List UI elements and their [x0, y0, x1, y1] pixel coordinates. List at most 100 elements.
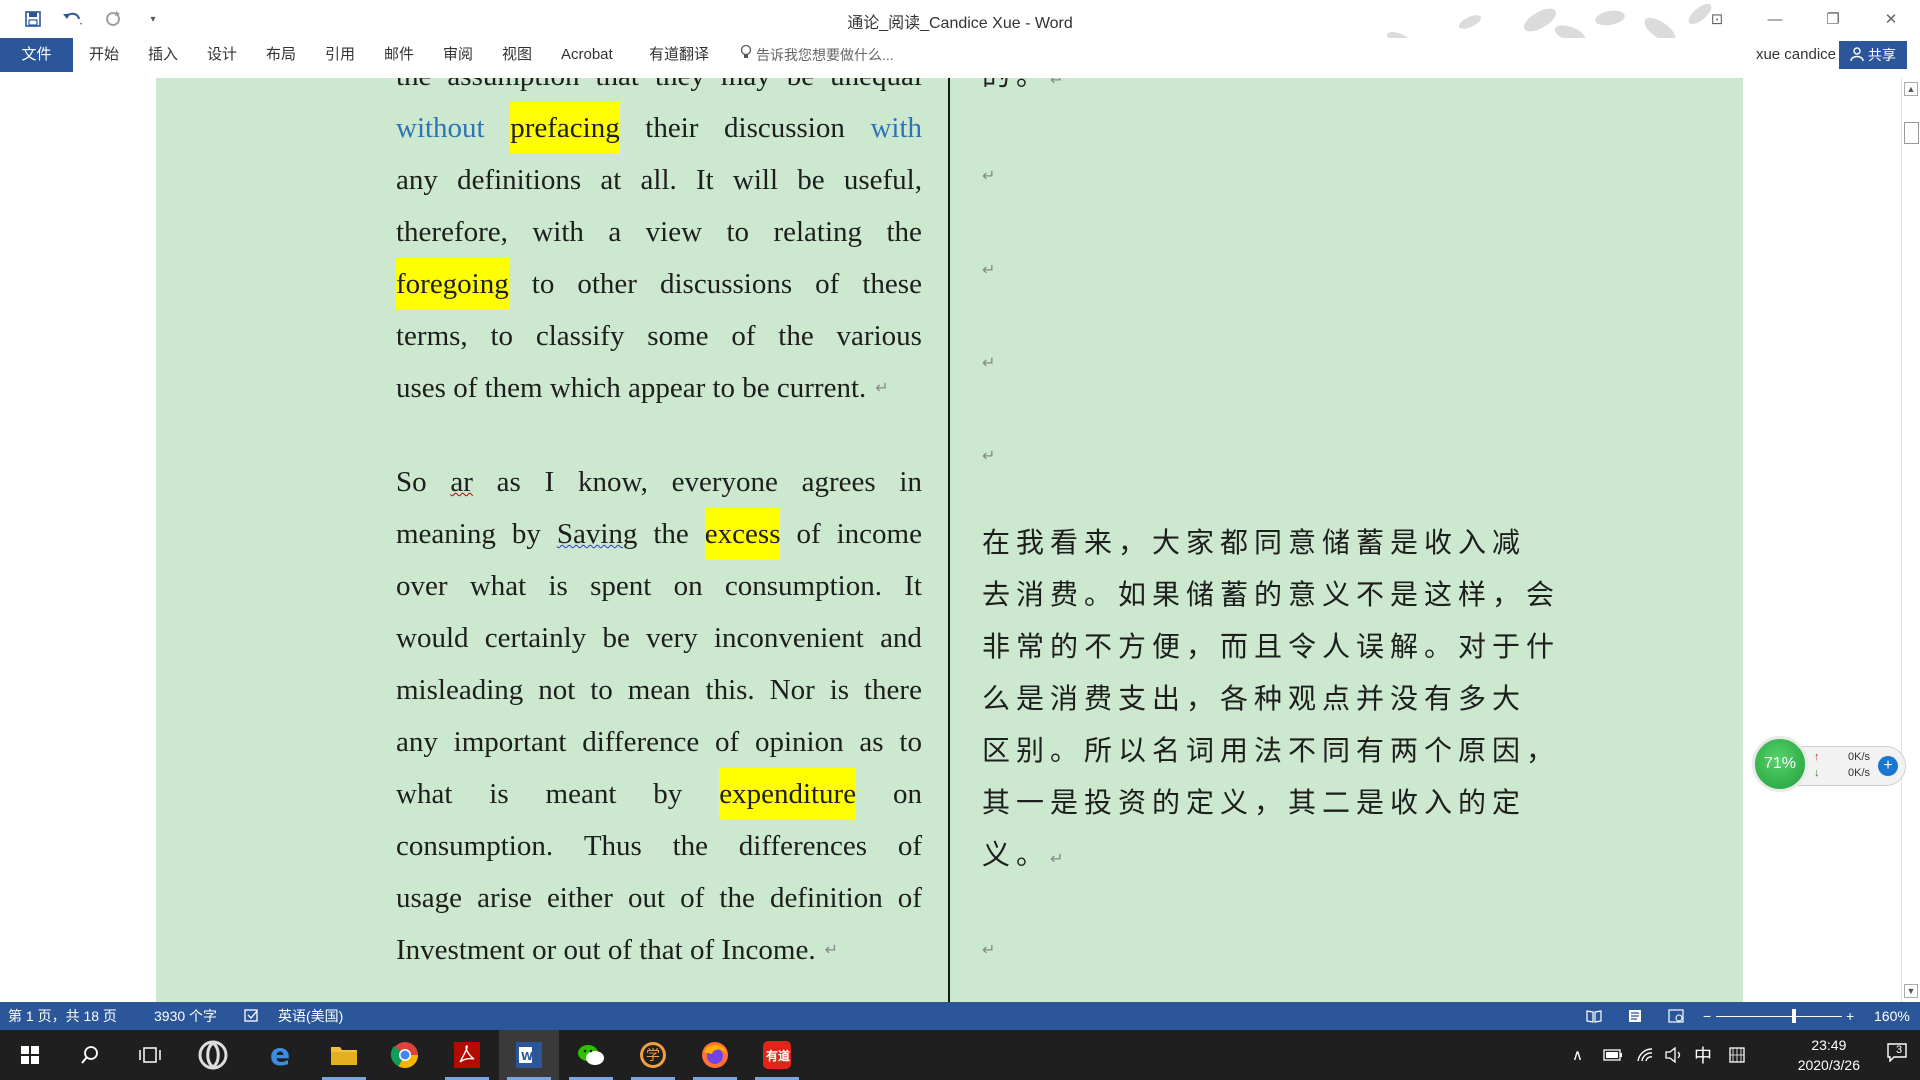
- page-count[interactable]: 第 1 页，共 18 页: [8, 1002, 117, 1030]
- paragraph-mark: ↵: [982, 353, 996, 372]
- zoom-out-icon[interactable]: −: [1703, 1002, 1711, 1030]
- text-line: Investment or out of that of Income. ↵: [396, 924, 922, 976]
- text-line: theassumptionthattheymaybeunequal: [396, 78, 922, 102]
- plus-icon[interactable]: +: [1878, 756, 1898, 776]
- search-icon[interactable]: [60, 1030, 120, 1080]
- system-clock[interactable]: 23:49 2020/3/26: [1798, 1035, 1860, 1075]
- notification-count: 3: [1896, 1044, 1903, 1056]
- word-icon[interactable]: W: [499, 1030, 559, 1080]
- svg-text:W: W: [521, 1050, 533, 1063]
- text-line: would certainly be very inconvenient and: [396, 622, 922, 654]
- ime-mode-icon[interactable]: [1728, 1030, 1746, 1080]
- chinese-top-line[interactable]: 的。↵: [982, 78, 1502, 102]
- document-area[interactable]: theassumptionthattheymaybeunequal withou…: [0, 78, 1901, 1002]
- chinese-paragraph[interactable]: 在我看来，大家都同意储蓄是收入减 去消费。如果储蓄的意义不是这样，会 非常的不方…: [982, 517, 1561, 881]
- highlight-foregoing: foregoing: [396, 258, 509, 310]
- paragraph-mark: ↵: [982, 166, 996, 185]
- proofing-icon[interactable]: [244, 1002, 260, 1030]
- share-button[interactable]: 共享: [1839, 41, 1907, 69]
- tab-youdao[interactable]: 有道翻译: [637, 38, 721, 72]
- read-mode-icon[interactable]: [1586, 1002, 1602, 1030]
- tab-home[interactable]: 开始: [77, 38, 131, 72]
- text-line: 区别。所以名词用法不同有两个原因，: [982, 734, 1561, 767]
- restore-icon[interactable]: ❐: [1804, 0, 1862, 38]
- text-line: therefore, with a view to relating the: [396, 216, 922, 248]
- network-speed-widget[interactable]: 71% ↑ 0K/s ↓ 0K/s +: [1752, 736, 1908, 792]
- tab-layout[interactable]: 布局: [254, 38, 308, 72]
- zoom-slider-thumb: [1792, 1009, 1796, 1023]
- chrome-icon[interactable]: [375, 1030, 435, 1080]
- minimize-icon[interactable]: —: [1746, 0, 1804, 38]
- study-app-icon[interactable]: 学: [623, 1030, 683, 1080]
- text-line: 义。↵: [982, 838, 1070, 871]
- language[interactable]: 英语(美国): [278, 1002, 343, 1030]
- text-line: terms, to classify some of the various: [396, 320, 922, 352]
- wechat-icon[interactable]: [561, 1030, 621, 1080]
- print-layout-icon[interactable]: [1628, 1002, 1642, 1030]
- text-line: usage arise either out of the definition of: [396, 882, 922, 914]
- firefox-icon[interactable]: [685, 1030, 745, 1080]
- english-paragraph-1[interactable]: theassumptionthattheymaybeunequal withou…: [396, 78, 922, 414]
- svg-text:学: 学: [646, 1048, 660, 1064]
- scroll-down-icon[interactable]: ▼: [1904, 984, 1918, 998]
- file-explorer-icon[interactable]: [314, 1030, 374, 1080]
- paragraph-mark: ↵: [982, 260, 996, 279]
- highlight-expenditure: expenditure: [719, 768, 857, 820]
- ribbon-display-options-icon[interactable]: ⊡: [1688, 0, 1746, 38]
- status-bar: 第 1 页，共 18 页 3930 个字 英语(美国) − + 160%: [0, 1002, 1920, 1030]
- tell-me-box[interactable]: 告诉我您想要做什么...: [740, 38, 894, 72]
- tab-view[interactable]: 视图: [490, 38, 544, 72]
- wifi-icon[interactable]: [1636, 1030, 1654, 1080]
- tab-insert[interactable]: 插入: [136, 38, 190, 72]
- text-line: misleading not to mean this. Nor is there: [396, 674, 922, 706]
- zoom-in-icon[interactable]: +: [1846, 1002, 1854, 1030]
- tab-mailings[interactable]: 邮件: [372, 38, 426, 72]
- pinwheel-app-icon[interactable]: [183, 1030, 243, 1080]
- zoom-level[interactable]: 160%: [1874, 1002, 1910, 1030]
- tab-references[interactable]: 引用: [313, 38, 367, 72]
- tab-acrobat[interactable]: Acrobat: [549, 38, 625, 72]
- tab-design[interactable]: 设计: [195, 38, 249, 72]
- text-line: any important difference of opinion as to: [396, 726, 922, 758]
- volume-icon[interactable]: [1664, 1030, 1684, 1080]
- close-icon[interactable]: ✕: [1862, 0, 1920, 38]
- task-view-icon[interactable]: [120, 1030, 180, 1080]
- memory-usage-badge[interactable]: 71%: [1752, 736, 1808, 792]
- tab-review[interactable]: 审阅: [431, 38, 485, 72]
- zoom-slider[interactable]: [1716, 1002, 1842, 1030]
- text-line: foregoing to other discussions of these: [396, 258, 922, 310]
- web-layout-icon[interactable]: [1668, 1002, 1684, 1030]
- windows-start-icon[interactable]: [0, 1030, 60, 1080]
- word-count[interactable]: 3930 个字: [154, 1002, 217, 1030]
- edge-browser-icon[interactable]: e: [250, 1030, 310, 1080]
- download-arrow-icon: ↓: [1814, 767, 1820, 779]
- vertical-scrollbar[interactable]: ▲ ▼: [1901, 78, 1920, 1002]
- tell-me-text: 告诉我您想要做什么...: [756, 47, 894, 63]
- notification-center-icon[interactable]: 3: [1886, 1042, 1908, 1067]
- spelling-error-ar: ar: [450, 466, 473, 498]
- share-label: 共享: [1868, 47, 1896, 63]
- paragraph-mark: ↵: [982, 446, 996, 465]
- upload-speed: 0K/s: [1848, 751, 1871, 763]
- battery-icon[interactable]: [1603, 1030, 1623, 1080]
- table-column-divider: [948, 78, 950, 1002]
- highlight-excess: excess: [704, 508, 781, 560]
- window-controls: ⊡ — ❐ ✕: [1688, 0, 1920, 38]
- acrobat-icon[interactable]: [437, 1030, 497, 1080]
- english-paragraph-2[interactable]: So ar as Iknow, everyone agrees in meaning by Sa…: [396, 456, 922, 976]
- text-line: 么是消费支出，各种观点并没有多大: [982, 682, 1527, 715]
- user-name[interactable]: xue candice: [1756, 38, 1836, 72]
- scroll-thumb[interactable]: [1904, 122, 1919, 144]
- text-line: So ar as Iknow, everyone agrees in: [396, 456, 922, 508]
- document-page[interactable]: theassumptionthattheymaybeunequal withou…: [156, 78, 1743, 1002]
- ime-indicator[interactable]: 中: [1694, 1030, 1712, 1080]
- show-hidden-icons[interactable]: ∧: [1572, 1030, 1583, 1080]
- text-line: 在我看来，大家都同意储蓄是收入减: [982, 526, 1527, 559]
- title-bar: ▾ 通论_阅读_Candice Xue - Word ⊡ — ❐ ✕: [0, 0, 1920, 49]
- highlight-prefacing: prefacing: [510, 102, 620, 154]
- tab-file[interactable]: 文件: [0, 38, 73, 72]
- paragraph-mark: ↵: [824, 940, 838, 959]
- youdao-dict-icon[interactable]: 有道: [747, 1030, 807, 1080]
- upload-arrow-icon: ↑: [1814, 751, 1820, 763]
- scroll-up-icon[interactable]: ▲: [1904, 82, 1918, 96]
